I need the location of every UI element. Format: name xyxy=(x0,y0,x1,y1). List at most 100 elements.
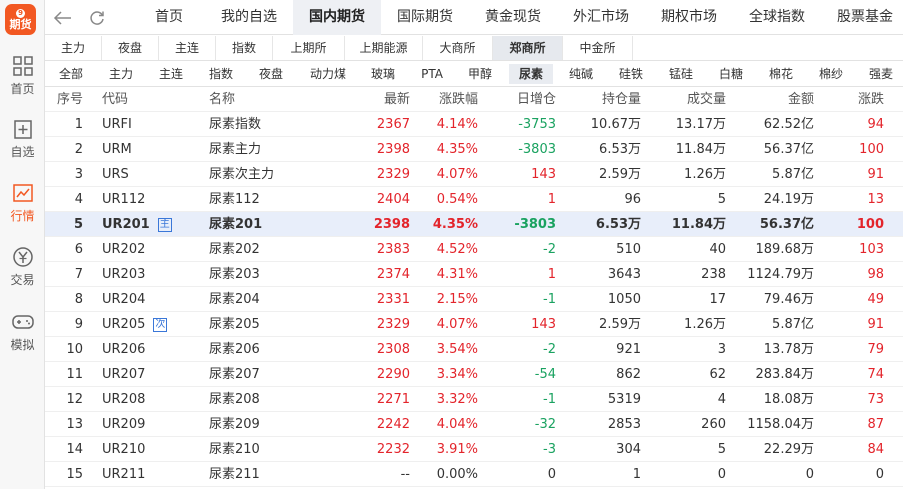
cell-code: UR211 xyxy=(102,462,145,487)
product-tab-methanol[interactable]: 甲醇 xyxy=(462,62,498,86)
tab-home[interactable]: 首页 xyxy=(133,0,205,35)
cell-change: 49 xyxy=(867,292,884,307)
cell-last-price: 2398 xyxy=(373,217,410,232)
exchange-tab-shfe[interactable]: 上期所 xyxy=(273,36,345,60)
cell-index: 12 xyxy=(66,392,83,407)
cell-code: UR208 xyxy=(102,387,145,412)
header-code[interactable]: 代码 xyxy=(102,87,128,112)
tab-domestic-futures[interactable]: 国内期货 xyxy=(293,0,381,35)
product-tab-pta[interactable]: PTA xyxy=(415,62,449,86)
table-row[interactable]: 15 UR211 尿素211 -- 0.00% 0 1 0 0 0 xyxy=(45,462,903,487)
product-tab-index[interactable]: 指数 xyxy=(203,62,239,86)
table-row[interactable]: 3 URS 尿素次主力 2329 4.07% 143 2.59万 1.26万 5.87亿 91 xyxy=(45,162,903,187)
product-tab-strong-wheat[interactable]: 强麦 xyxy=(863,62,899,86)
table-row[interactable]: 5 UR201 主 尿素201 2398 4.35% -3803 6.53万 11.84万 56.… xyxy=(45,212,903,237)
table-row[interactable]: 7 UR203 尿素203 2374 4.31% 1 3643 238 1124.79万 98 xyxy=(45,262,903,287)
header-change[interactable]: 涨跌 xyxy=(858,87,884,112)
header-name[interactable]: 名称 xyxy=(209,87,235,112)
product-tab-thermal-coal[interactable]: 动力煤 xyxy=(303,62,353,86)
table-row[interactable]: 10 UR206 尿素206 2308 3.54% -2 921 3 13.78万 79 xyxy=(45,337,903,362)
table-row[interactable]: 6 UR202 尿素202 2383 4.52% -2 510 40 189.68万 103 xyxy=(45,237,903,262)
cell-change-pct: 4.14% xyxy=(436,117,478,132)
tab-global-index[interactable]: 全球指数 xyxy=(733,0,821,35)
sidebar-item-label: 首页 xyxy=(10,82,35,96)
exchange-tab-night[interactable]: 夜盘 xyxy=(102,36,159,60)
product-tab-cotton-yarn[interactable]: 棉纱 xyxy=(813,62,849,86)
refresh-button[interactable] xyxy=(86,0,108,35)
exchange-tab-czce[interactable]: 郑商所 xyxy=(493,36,563,60)
cell-volume: 260 xyxy=(701,417,726,432)
cell-open-interest: 5319 xyxy=(607,392,641,407)
cell-daily-oi-change: -54 xyxy=(534,367,556,382)
header-daily-oi-change[interactable]: 日增仓 xyxy=(517,87,556,112)
cell-name: 尿素指数 xyxy=(209,117,262,132)
tab-options[interactable]: 期权市场 xyxy=(645,0,733,35)
cell-open-interest: 510 xyxy=(616,242,641,257)
cell-volume: 5 xyxy=(717,442,726,457)
exchange-tab-continuous[interactable]: 主连 xyxy=(159,36,216,60)
cell-change-pct: 4.31% xyxy=(436,267,478,282)
product-tab-glass[interactable]: 玻璃 xyxy=(365,62,401,86)
product-tab-sugar[interactable]: 白糖 xyxy=(713,62,749,86)
sidebar-item-quotes[interactable]: 行情 xyxy=(0,182,45,224)
sidebar-item-trade[interactable]: 交易 xyxy=(0,246,45,288)
back-button[interactable] xyxy=(51,0,75,35)
tab-my-watchlist[interactable]: 我的自选 xyxy=(205,0,293,35)
product-tab-main[interactable]: 主力 xyxy=(103,62,139,86)
sidebar-item-simulate[interactable]: 模拟 xyxy=(0,311,45,353)
table-row[interactable]: 1 URFI 尿素指数 2367 4.14% -3753 10.67万 13.17万 62.52… xyxy=(45,112,903,137)
cell-open-interest: 2.59万 xyxy=(599,167,641,182)
exchange-tab-index[interactable]: 指数 xyxy=(216,36,273,60)
exchange-tab-ine[interactable]: 上期能源 xyxy=(345,36,423,60)
tab-forex[interactable]: 外汇市场 xyxy=(557,0,645,35)
tab-stock-fund[interactable]: 股票基金 xyxy=(821,0,903,35)
header-index[interactable]: 序号 xyxy=(45,87,83,112)
cell-change-pct: 3.32% xyxy=(436,392,478,407)
table-row[interactable]: 12 UR208 尿素208 2271 3.32% -1 5319 4 18.08万 73 xyxy=(45,387,903,412)
header-amount[interactable]: 金额 xyxy=(788,87,814,112)
product-tab-soda-ash[interactable]: 纯碱 xyxy=(563,62,599,86)
header-change-pct[interactable]: 涨跌幅 xyxy=(439,87,478,112)
table-row[interactable]: 8 UR204 尿素204 2331 2.15% -1 1050 17 79.46万 49 xyxy=(45,287,903,312)
product-tab-cotton[interactable]: 棉花 xyxy=(763,62,799,86)
exchange-tab-main[interactable]: 主力 xyxy=(45,36,102,60)
cell-change-pct: 4.52% xyxy=(436,242,478,257)
cell-change-pct: 4.04% xyxy=(436,417,478,432)
sidebar-item-label: 行情 xyxy=(10,209,35,223)
header-volume[interactable]: 成交量 xyxy=(687,87,726,112)
tab-gold-spot[interactable]: 黄金现货 xyxy=(469,0,557,35)
code-text: URM xyxy=(102,142,132,157)
table-row[interactable]: 14 UR210 尿素210 2232 3.91% -3 304 5 22.29万 84 xyxy=(45,437,903,462)
cell-index: 1 xyxy=(74,117,83,132)
table-row[interactable]: 4 UR112 尿素112 2404 0.54% 1 96 5 24.19万 13 xyxy=(45,187,903,212)
cell-open-interest: 1050 xyxy=(607,292,641,307)
cell-open-interest: 862 xyxy=(616,367,641,382)
tab-intl-futures[interactable]: 国际期货 xyxy=(381,0,469,35)
table-row[interactable]: 9 UR205 次 尿素205 2329 4.07% 143 2.59万 1.26万 5.87亿 9… xyxy=(45,312,903,337)
cell-volume: 5 xyxy=(717,192,726,207)
cell-volume: 1.26万 xyxy=(684,317,726,332)
header-last[interactable]: 最新 xyxy=(384,87,410,112)
product-tab-urea[interactable]: 尿素 xyxy=(509,64,553,84)
sidebar-item-home[interactable]: 首页 xyxy=(0,55,45,97)
cell-name: 尿素209 xyxy=(209,417,260,432)
top-navigation: 首页 我的自选 国内期货 国际期货 黄金现货 外汇市场 期权市场 全球指数 股票… xyxy=(45,0,903,35)
cell-last-price: 2374 xyxy=(376,267,410,282)
table-row[interactable]: 11 UR207 尿素207 2290 3.34% -54 862 62 283.84万 74 xyxy=(45,362,903,387)
app-logo[interactable]: 9 期货 xyxy=(5,4,36,35)
cell-amount: 56.37亿 xyxy=(763,142,814,157)
cell-index: 14 xyxy=(66,442,83,457)
header-open-interest[interactable]: 持仓量 xyxy=(602,87,641,112)
exchange-tab-dce[interactable]: 大商所 xyxy=(423,36,493,60)
grid-icon xyxy=(12,56,33,76)
product-tab-ferrosilicon[interactable]: 硅铁 xyxy=(613,62,649,86)
product-tab-silicomanganese[interactable]: 锰硅 xyxy=(663,62,699,86)
table-row[interactable]: 13 UR209 尿素209 2242 4.04% -32 2853 260 1158.04万 8… xyxy=(45,412,903,437)
cell-amount: 5.87亿 xyxy=(772,317,814,332)
table-row[interactable]: 2 URM 尿素主力 2398 4.35% -3803 6.53万 11.84万 56.37亿 1… xyxy=(45,137,903,162)
product-tab-all[interactable]: 全部 xyxy=(53,62,89,86)
product-tab-night[interactable]: 夜盘 xyxy=(253,62,289,86)
product-tab-continuous[interactable]: 主连 xyxy=(153,62,189,86)
sidebar-item-watchlist[interactable]: 自选 xyxy=(0,118,45,160)
exchange-tab-cffex[interactable]: 中金所 xyxy=(563,36,633,60)
